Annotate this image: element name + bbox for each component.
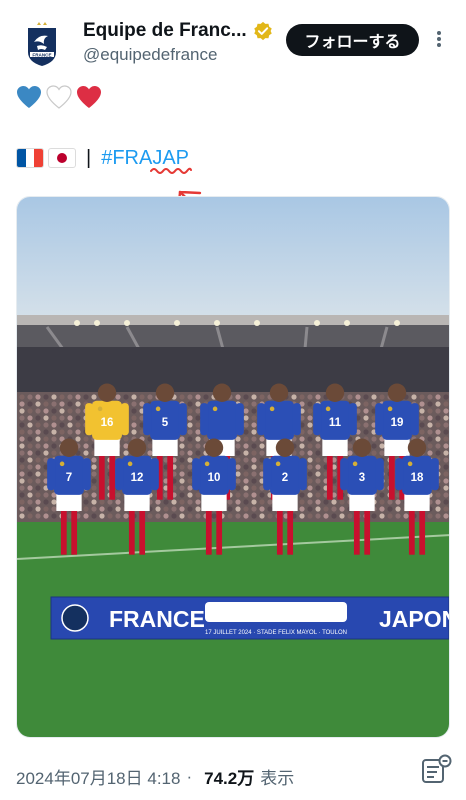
tweet-photo[interactable]: 16 5 11 19 7 12 10 2 3 18 FRANCE 17 JUILLET 2024 … — [16, 196, 450, 738]
banner-date-text: 17 JUILLET 2024 · STADE FELIX MAYOL · TO… — [205, 630, 347, 636]
separator: | — [86, 146, 92, 169]
account-handle[interactable]: @equipedefrance — [83, 45, 217, 65]
name-row: Equipe de Franc... — [83, 20, 273, 42]
red-squiggle-underline — [150, 167, 192, 174]
france-flag-icon — [16, 148, 44, 168]
tweet-meta: 2024年07月18日 4:18 · 74.2万 表示 — [16, 764, 294, 789]
jersey-number: 5 — [162, 417, 169, 429]
fff-crest-icon: FRANCE — [28, 22, 56, 66]
meta-separator: · — [186, 766, 193, 786]
jersey-number: 18 — [411, 472, 424, 484]
jersey-number: 2 — [282, 472, 288, 484]
banner-right-text: JAPON — [379, 606, 450, 632]
jersey-number: 12 — [131, 472, 144, 484]
tweet-header: FRANCE Equipe de Franc... @equipedefranc… — [0, 0, 466, 80]
jersey-number: 7 — [66, 472, 72, 484]
community-notes-icon[interactable] — [420, 754, 452, 786]
tweet-timestamp[interactable]: 2024年07月18日 4:18 — [16, 764, 180, 789]
views-label: 表示 — [260, 769, 295, 788]
verified-badge-icon[interactable] — [253, 21, 273, 41]
blue-heart-icon — [17, 86, 41, 108]
team-photo-image: 16 5 11 19 7 12 10 2 3 18 FRANCE 17 JUILLET 2024 … — [17, 197, 450, 737]
jersey-number: 16 — [101, 417, 114, 429]
jersey-number: 10 — [208, 472, 221, 484]
banner-left-text: FRANCE — [109, 606, 205, 632]
display-name[interactable]: Equipe de Franc... — [83, 20, 247, 42]
jersey-number: 11 — [329, 417, 342, 429]
crest-text: FRANCE — [32, 52, 51, 57]
jersey-number: 19 — [391, 417, 404, 429]
jersey-number: 3 — [359, 472, 365, 484]
japan-flag-icon — [48, 148, 76, 168]
white-heart-icon — [46, 85, 72, 109]
avatar[interactable]: FRANCE — [16, 18, 68, 70]
heart-emoji-row — [16, 82, 102, 112]
views-count: 74.2万 — [204, 769, 255, 788]
red-heart-icon — [77, 86, 101, 108]
more-options-icon[interactable] — [432, 28, 446, 50]
follow-button[interactable]: フォローする — [286, 24, 419, 56]
